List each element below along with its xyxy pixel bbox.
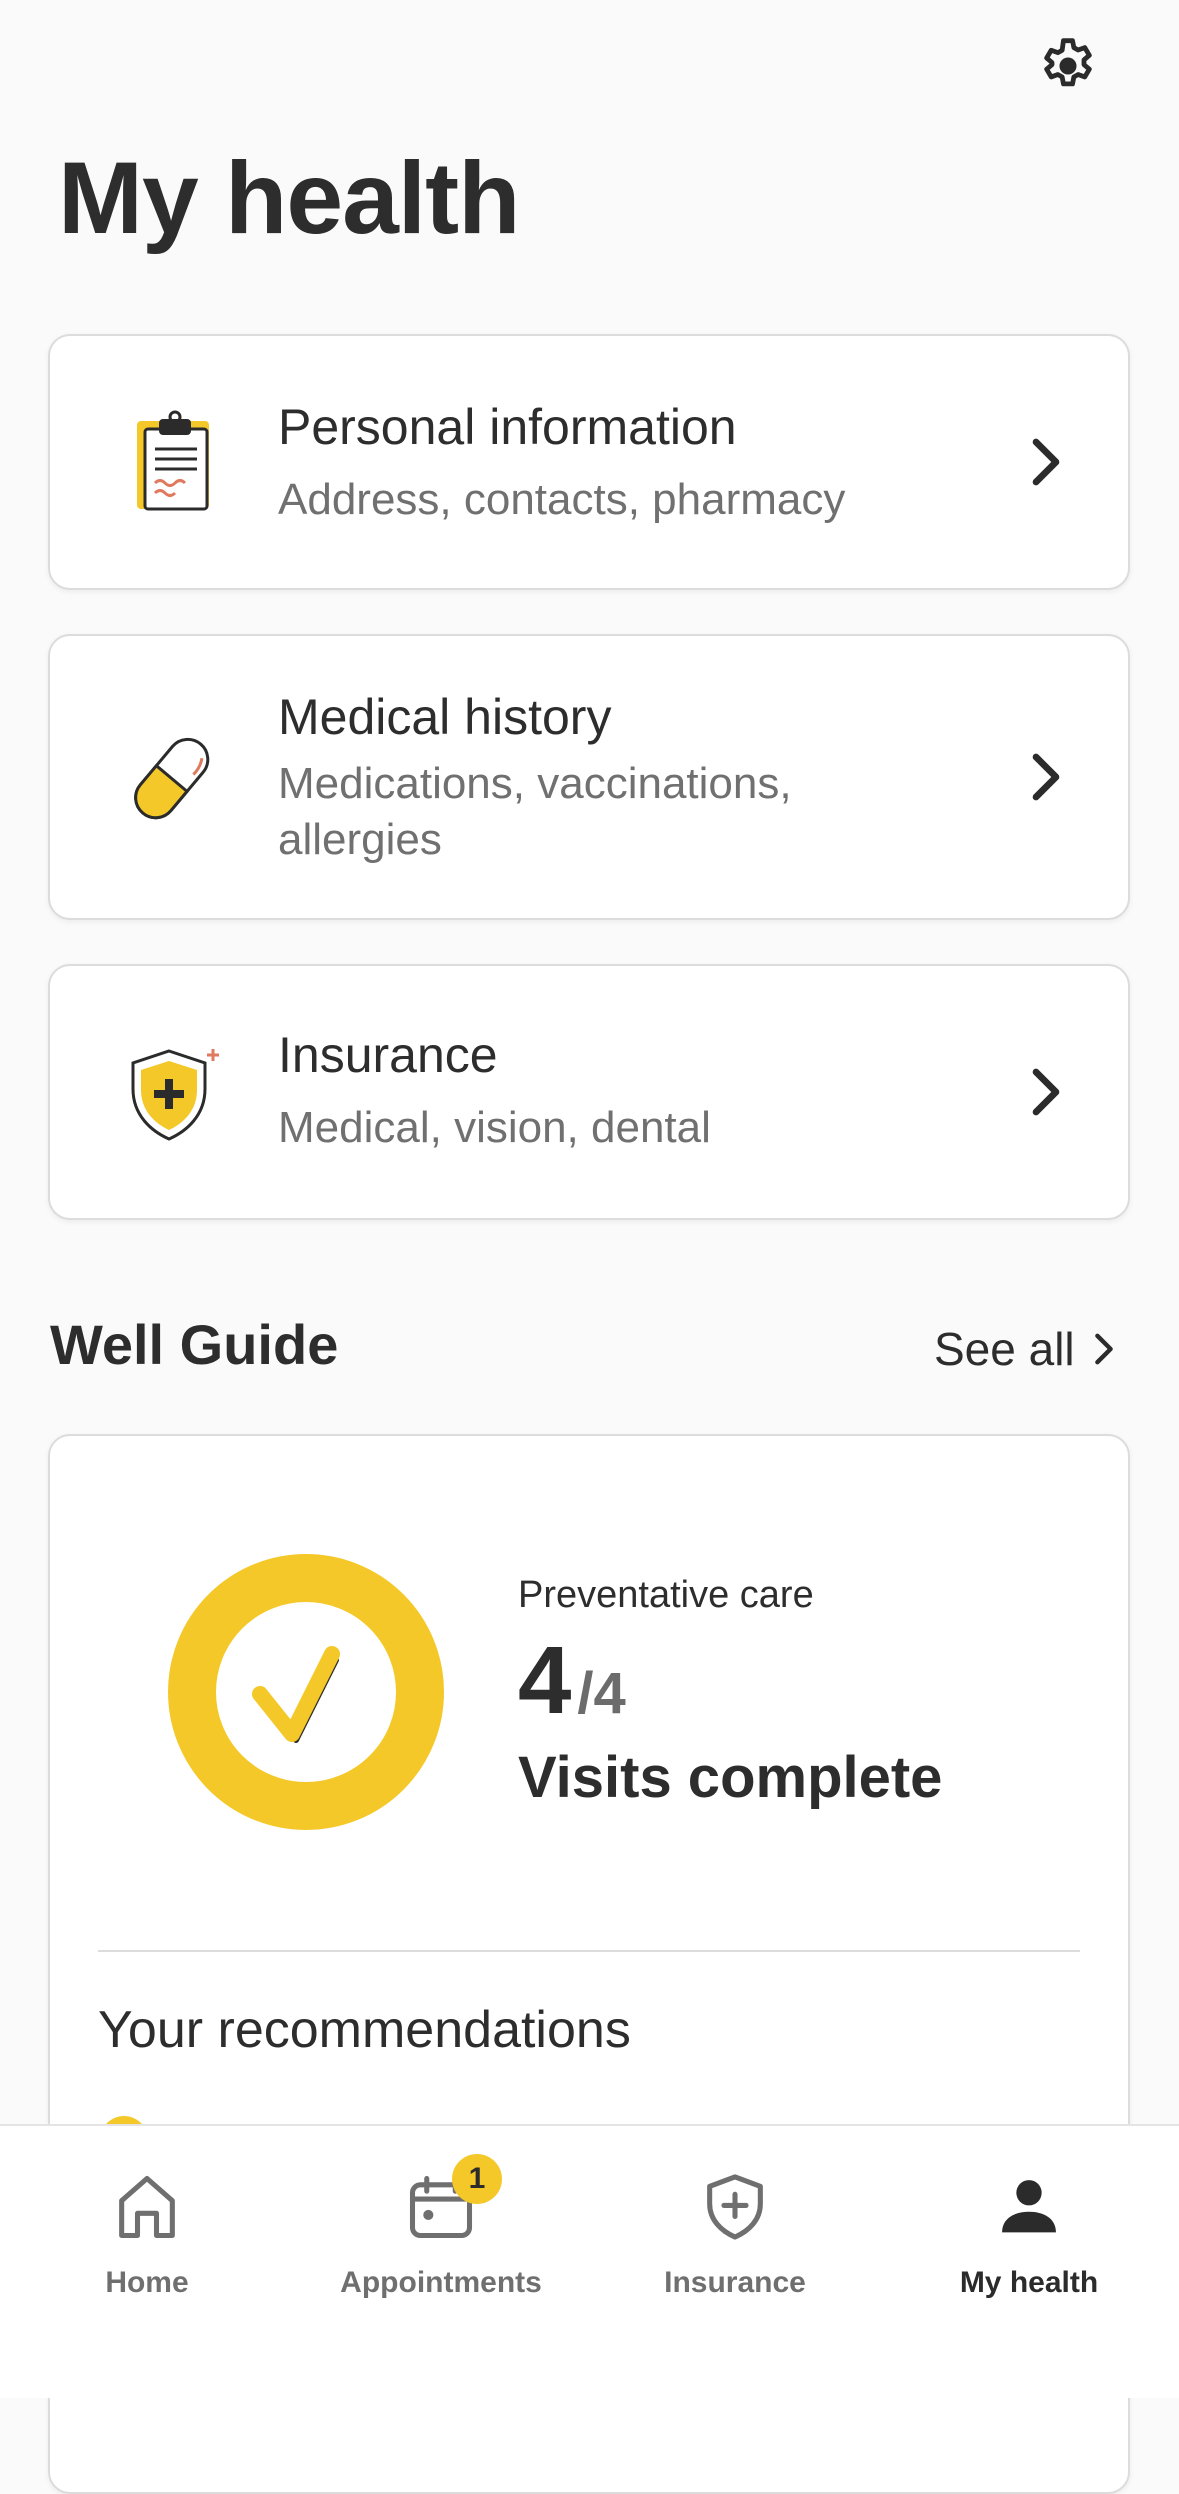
shield-plus-icon [118,1037,228,1147]
chevron-right-icon [1032,1068,1060,1116]
card-title: Medical history [278,689,612,745]
gear-icon [1044,38,1092,87]
chevron-right-icon [1032,438,1060,486]
tab-label: Insurance [664,2266,806,2299]
tab-label: My health [959,2266,1099,2299]
see-all-link[interactable]: See all [934,1322,1115,1376]
personal-information-card[interactable]: Personal information Address, contacts, … [48,334,1130,590]
recommendations-title: Your recommendations [98,2001,631,2059]
see-all-label: See all [934,1323,1075,1375]
calendar-icon: 1 [396,2154,502,2252]
tab-label: Appointments [340,2266,542,2299]
home-icon [102,2162,192,2252]
pill-icon [118,722,228,832]
card-title: Personal information [278,399,737,455]
clipboard-icon [118,407,228,517]
settings-button[interactable] [1036,34,1100,98]
card-subtitle: Medical, vision, dental [278,1103,711,1152]
card-subtitle: Medications, vaccinations, allergies [278,759,792,864]
person-icon [984,2162,1074,2252]
progress-ring [168,1554,444,1830]
chevron-right-icon [1032,753,1060,801]
medical-history-card[interactable]: Medical history Medications, vaccination… [48,634,1130,920]
card-title: Insurance [278,1027,498,1083]
visits-completed: 4 [518,1627,572,1734]
tab-home[interactable]: Home [0,2126,294,2398]
page-title: My health [58,141,520,255]
shield-plus-icon [690,2162,780,2252]
appointments-badge: 1 [452,2154,502,2204]
well-guide-title: Well Guide [50,1313,339,1376]
insurance-card[interactable]: Insurance Medical, vision, dental [48,964,1130,1220]
tab-appointments[interactable]: 1 Appointments [294,2126,588,2398]
bottom-navigation: Home 1 Appointments Insurance My health [0,2124,1179,2398]
visits-total: /4 [577,1661,626,1726]
preventative-care-label: Preventative care [518,1574,814,1616]
visits-status: Visits complete [518,1745,943,1810]
divider [98,1950,1080,1952]
tab-my-health[interactable]: My health [882,2126,1176,2398]
card-subtitle: Address, contacts, pharmacy [278,475,846,524]
tab-insurance[interactable]: Insurance [588,2126,882,2398]
checkmark-icon [252,1646,340,1743]
visits-count: 4/4 [518,1626,626,1736]
chevron-right-icon [1094,1333,1113,1365]
tab-label: Home [105,2266,189,2299]
